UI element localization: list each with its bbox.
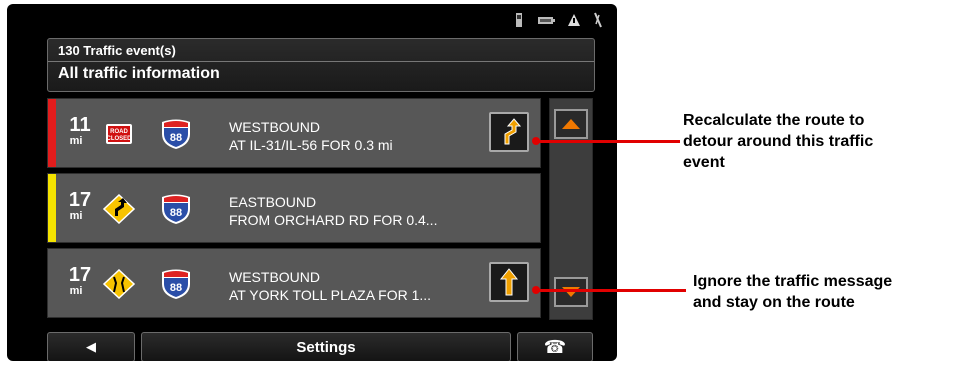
settings-label: Settings (296, 338, 356, 356)
lane-shift-icon (103, 194, 135, 224)
callout-pointer-ignore (532, 286, 686, 294)
battery-icon (538, 17, 555, 24)
bottom-bar: ◀ Settings ☎ (47, 332, 593, 361)
scroll-up-button[interactable] (554, 109, 588, 139)
severity-bar (48, 249, 56, 317)
scrollbar[interactable] (549, 98, 593, 320)
shield-number: 88 (170, 207, 182, 219)
callout-ignore: Ignore the traffic message and stay on t… (693, 273, 893, 311)
traffic-header: 130 Traffic event(s) All traffic informa… (47, 38, 595, 92)
event-direction: EASTBOUND (229, 194, 317, 210)
callout-pointer-recalculate (532, 137, 680, 145)
event-direction: WESTBOUND (229, 269, 320, 285)
traffic-event-row[interactable]: 17 mi 88 EASTBOUND FROM ORCHARD RD FOR 0… (47, 173, 541, 243)
severity-bar (48, 99, 56, 167)
event-count: 130 Traffic event(s) (58, 43, 176, 58)
severity-bar (48, 174, 56, 242)
arrow-down-icon (562, 287, 580, 297)
svg-text:ROAD: ROAD (110, 129, 128, 135)
settings-button[interactable]: Settings (141, 332, 511, 361)
ignore-button[interactable] (489, 262, 529, 302)
detour-icon (504, 118, 522, 145)
detour-button[interactable] (489, 112, 529, 152)
straight-arrow-icon (499, 268, 519, 296)
gps-signal-icon (594, 12, 602, 28)
distance: 17 mi (68, 189, 92, 222)
distance: 17 mi (68, 264, 92, 297)
header-divider (48, 61, 594, 62)
back-button[interactable]: ◀ (47, 332, 135, 361)
shield-number: 88 (170, 282, 182, 294)
page-title: All traffic information (58, 65, 220, 82)
svg-text:CLOSED: CLOSED (106, 136, 132, 142)
shield-number: 88 (170, 132, 182, 144)
event-location: AT IL-31/IL-56 FOR 0.3 mi (229, 137, 393, 153)
device-screen: 130 Traffic event(s) All traffic informa… (7, 4, 617, 361)
arrow-up-icon (562, 119, 580, 129)
distance: 11 mi (69, 114, 91, 147)
back-arrow-icon: ◀ (86, 339, 96, 354)
warning-icon (568, 14, 580, 26)
event-direction: WESTBOUND (229, 119, 320, 135)
status-bar (513, 10, 603, 30)
traffic-event-row[interactable]: 17 mi 88 WESTBOUND AT YORK TOLL PLAZA FO… (47, 248, 541, 318)
scroll-down-button[interactable] (554, 277, 588, 307)
call-button[interactable]: ☎ (517, 332, 593, 361)
interstate-shield-icon: 88 (162, 119, 190, 149)
phone-icon (516, 13, 522, 27)
road-narrows-icon (103, 269, 135, 299)
event-location: FROM ORCHARD RD FOR 0.4... (229, 212, 438, 228)
interstate-shield-icon: 88 (162, 269, 190, 299)
event-location: AT YORK TOLL PLAZA FOR 1... (229, 287, 432, 303)
road-closed-icon: ROAD CLOSED (106, 124, 132, 144)
callout-recalculate: Recalculate the route to detour around t… (683, 112, 874, 171)
traffic-event-list: 11 mi ROAD CLOSED 88 WESTBOUND AT IL-31/… (47, 98, 547, 320)
phone-call-icon: ☎ (543, 336, 567, 357)
traffic-event-row[interactable]: 11 mi ROAD CLOSED 88 WESTBOUND AT IL-31/… (47, 98, 541, 168)
interstate-shield-icon: 88 (162, 194, 190, 224)
